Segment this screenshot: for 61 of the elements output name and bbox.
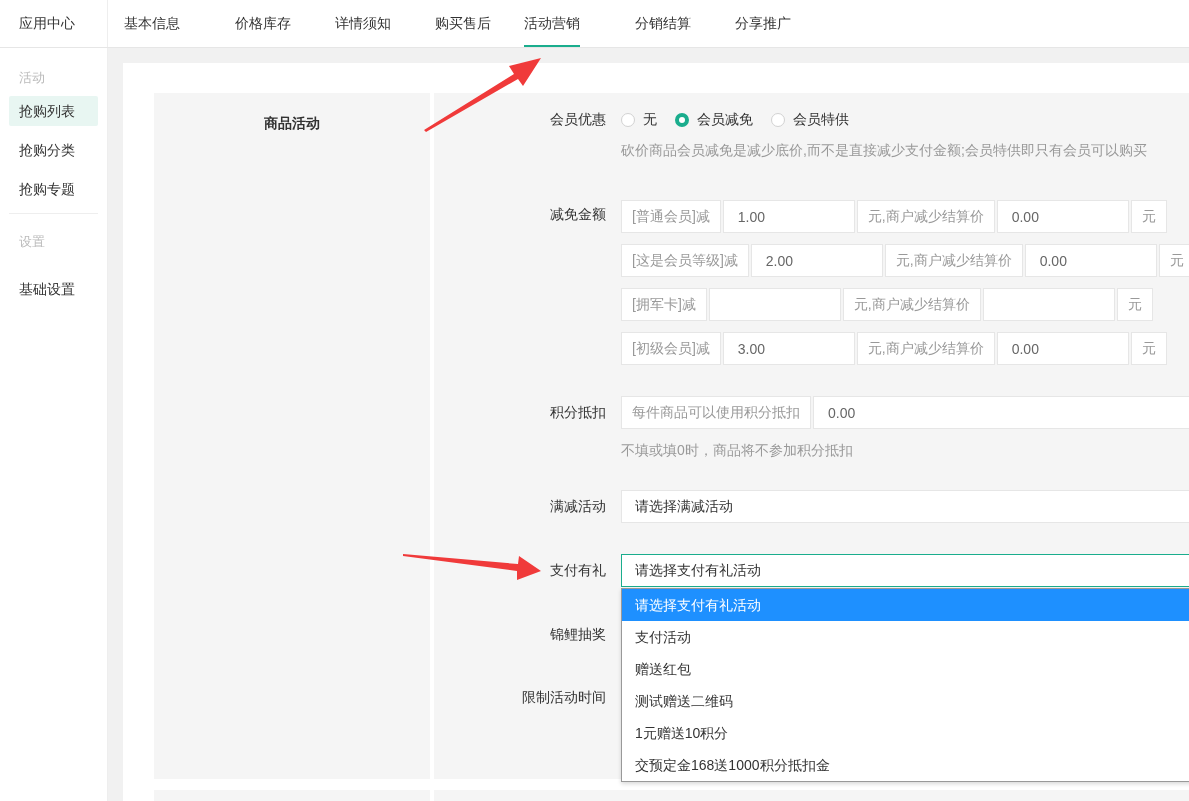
radio-label: 会员减免 bbox=[697, 111, 753, 129]
radio-option[interactable]: 会员减免 bbox=[675, 111, 753, 129]
input-addon: 元 bbox=[1158, 244, 1189, 277]
input-addon: 元 bbox=[1130, 332, 1167, 365]
dropdown-option[interactable]: 支付活动 bbox=[622, 621, 1189, 653]
sidebar-item[interactable]: 抢购列表 bbox=[9, 96, 98, 126]
radio-label: 会员特供 bbox=[793, 111, 849, 129]
input-addon: [拥军卡]减 bbox=[621, 288, 707, 321]
sidebar-item[interactable]: 基础设置 bbox=[9, 274, 98, 304]
select-field[interactable]: 请选择满减活动 bbox=[621, 490, 1189, 523]
radio-circle[interactable] bbox=[771, 113, 785, 127]
input-field[interactable]: 2.00 bbox=[750, 244, 883, 277]
input-field[interactable]: 0.00 bbox=[996, 200, 1129, 233]
field-label: 积分抵扣 bbox=[550, 403, 606, 422]
input-addon: [这是会员等级]减 bbox=[621, 244, 749, 277]
nav-tab[interactable]: 详情须知 bbox=[324, 0, 402, 47]
field-label: 锦鲤抽奖 bbox=[550, 626, 606, 644]
nav-tab[interactable]: 价格库存 bbox=[224, 0, 302, 47]
radio-option[interactable]: 会员特供 bbox=[771, 111, 849, 129]
field-label: 会员优惠 bbox=[550, 111, 606, 129]
nav-tab[interactable]: 购买售后 bbox=[424, 0, 502, 47]
input-field[interactable]: 1.00 bbox=[722, 200, 855, 233]
nav-tab[interactable]: 分享推广 bbox=[724, 0, 802, 47]
input-addon: [普通会员]减 bbox=[621, 200, 721, 233]
field-label: 限制活动时间 bbox=[522, 689, 606, 707]
radio-label: 无 bbox=[643, 111, 657, 129]
radio-circle[interactable] bbox=[675, 113, 689, 127]
input-field[interactable]: 0.00 bbox=[1024, 244, 1157, 277]
select-field[interactable]: 请选择支付有礼活动 bbox=[621, 554, 1189, 587]
input-addon: 元,商户减少结算价 bbox=[856, 332, 995, 365]
dropdown-option[interactable]: 赠送红包 bbox=[622, 653, 1189, 685]
dropdown-option[interactable]: 测试赠送二维码 bbox=[622, 685, 1189, 717]
hint-text: 砍价商品会员减免是减少底价,而不是直接减少支付金额;会员特供即只有会员可以购买 bbox=[621, 141, 1148, 160]
field-label: 减免金额 bbox=[550, 206, 606, 224]
input-addon: 元 bbox=[1116, 288, 1153, 321]
input-addon: 元,商户减少结算价 bbox=[856, 200, 995, 233]
sidebar-group-title: 设置 bbox=[18, 233, 46, 251]
input-addon: [初级会员]减 bbox=[621, 332, 721, 365]
dropdown-option[interactable]: 1元赠送10积分 bbox=[622, 717, 1189, 749]
hint-text: 不填或填0时，商品将不参加积分抵扣 bbox=[621, 441, 854, 460]
input-addon: 元 bbox=[1130, 200, 1167, 233]
input-field[interactable]: 0.00 bbox=[996, 332, 1129, 365]
input-field[interactable]: 3.00 bbox=[722, 332, 855, 365]
input-addon: 元,商户减少结算价 bbox=[884, 244, 1023, 277]
sidebar-group-title: 活动 bbox=[18, 69, 46, 87]
app-title: 应用中心 bbox=[19, 14, 75, 33]
input-addon: 每件商品可以使用积分抵扣 bbox=[621, 396, 811, 429]
field-label: 满减活动 bbox=[550, 497, 606, 516]
nav-tab[interactable]: 基本信息 bbox=[124, 0, 202, 47]
input-addon: 元,商户减少结算价 bbox=[842, 288, 981, 321]
radio-circle[interactable] bbox=[621, 113, 635, 127]
sidebar-item[interactable]: 抢购分类 bbox=[9, 135, 98, 165]
input-field[interactable] bbox=[708, 288, 841, 321]
nav-tab[interactable]: 分销结算 bbox=[624, 0, 702, 47]
sidebar-item[interactable]: 抢购专题 bbox=[9, 174, 98, 204]
section-title: 商品活动 bbox=[263, 114, 321, 133]
radio-option[interactable]: 无 bbox=[621, 111, 657, 129]
input-field[interactable]: 0.00 bbox=[813, 396, 1189, 429]
dropdown-option[interactable]: 交预定金168送1000积分抵扣金 bbox=[622, 749, 1189, 781]
input-field[interactable] bbox=[982, 288, 1115, 321]
field-label: 支付有礼 bbox=[550, 561, 606, 580]
